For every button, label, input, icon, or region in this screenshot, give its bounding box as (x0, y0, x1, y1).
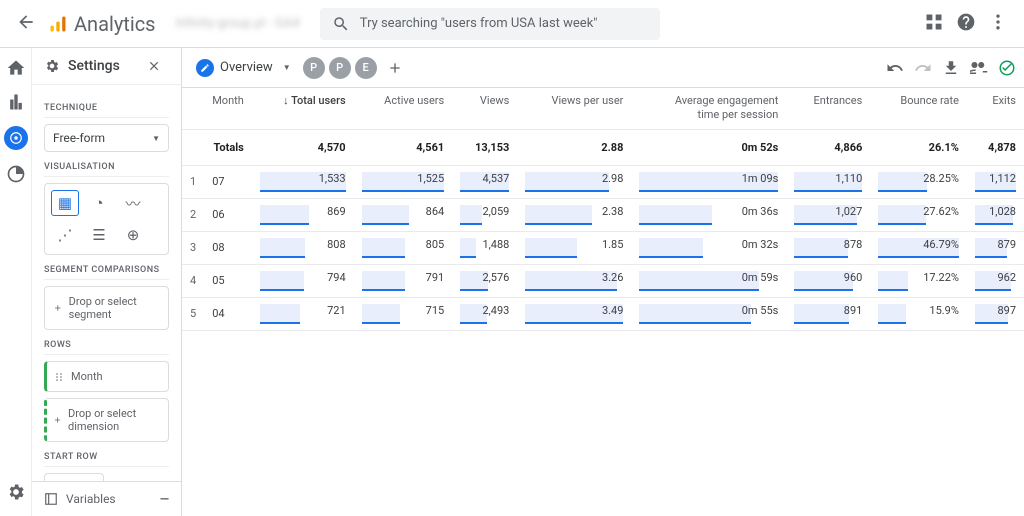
segment-badge[interactable]: P (329, 57, 351, 79)
rows-dimension-chip[interactable]: Month (44, 361, 169, 392)
column-header[interactable]: Entrances (786, 88, 870, 129)
segment-badges: PPE (303, 57, 377, 79)
minimize-icon[interactable]: — (160, 492, 169, 506)
tab-label: Overview (220, 60, 273, 75)
plus-icon (53, 302, 63, 314)
technique-label: TECHNIQUE (44, 103, 169, 118)
app-header: Analytics Infinity-group.pl - GA4 Try se… (0, 0, 1024, 48)
column-header[interactable]: Views (452, 88, 517, 129)
more-icon[interactable] (988, 12, 1008, 36)
vis-scatter-icon[interactable]: ⋰ (51, 222, 79, 248)
table-row[interactable]: 4057947912,5763.260m 59s96017.22%962 (182, 264, 1024, 297)
close-icon[interactable] (147, 59, 161, 73)
nav-admin-icon[interactable] (6, 482, 26, 502)
settings-panel: Settings TECHNIQUE Free-form ▼ VISUALISA… (32, 48, 182, 516)
chevron-down-icon: ▼ (283, 63, 291, 72)
drag-icon (53, 371, 65, 383)
back-icon[interactable] (16, 12, 36, 36)
share-remove-icon[interactable] (970, 59, 988, 77)
tab-bar: Overview ▼ PPE (182, 48, 1024, 88)
table-row[interactable]: 1071,5331,5254,5372.981m 09s1,11028.25%1… (182, 165, 1024, 198)
technique-value: Free-form (53, 131, 105, 145)
column-header[interactable]: ↓ Total users (252, 88, 354, 129)
logo-area: Analytics (48, 12, 156, 36)
column-header[interactable]: Bounce rate (870, 88, 967, 129)
table-header-row: Month↓ Total usersActive usersViewsViews… (182, 88, 1024, 129)
segment-drop[interactable]: Drop or select segment (44, 286, 169, 330)
search-icon (332, 15, 350, 33)
vis-donut-icon[interactable]: ◔ (85, 190, 113, 216)
data-table: Month↓ Total usersActive usersViewsViews… (182, 88, 1024, 331)
variables-bar[interactable]: Variables — (32, 481, 181, 516)
pencil-icon (196, 59, 214, 77)
plus-icon (53, 414, 62, 426)
column-header[interactable]: Views per user (517, 88, 631, 129)
ga-logo-icon (48, 14, 68, 34)
segment-badge[interactable]: E (355, 57, 377, 79)
undo-icon[interactable] (886, 59, 904, 77)
table-row[interactable]: 5047217152,4933.490m 55s89115.9%897 (182, 297, 1024, 330)
rows-dimension-drop[interactable]: Drop or select dimension (44, 398, 169, 442)
search-box[interactable]: Try searching "users from USA last week" (320, 8, 660, 40)
diamond-icon[interactable] (924, 12, 944, 36)
add-tab-button[interactable] (383, 56, 407, 80)
start-row-label: START ROW (44, 452, 169, 467)
table-row[interactable]: 3088088051,4881.850m 32s87846.79%879 (182, 231, 1024, 264)
vis-line-icon[interactable]: 〰 (119, 190, 147, 216)
segment-label: SEGMENT COMPARISONS (44, 265, 169, 280)
vis-bar-icon[interactable]: ☰ (85, 222, 113, 248)
column-header[interactable]: Active users (354, 88, 453, 129)
start-row-input[interactable]: 1 (44, 473, 104, 481)
data-table-wrap: Month↓ Total usersActive usersViewsViews… (182, 88, 1024, 516)
nav-advertising-icon[interactable] (6, 164, 26, 184)
property-selector[interactable]: Infinity-group.pl - GA4 (176, 16, 300, 31)
nav-explore-icon[interactable] (4, 126, 28, 150)
visualisation-grid: ▦ ◔ 〰 ⋰ ☰ ⊕ (44, 183, 169, 255)
table-body: Totals4,5704,56113,1532.880m 52s4,86626.… (182, 129, 1024, 330)
rows-label: ROWS (44, 340, 169, 355)
search-placeholder: Try searching "users from USA last week" (360, 16, 598, 31)
vis-geo-icon[interactable]: ⊕ (119, 222, 147, 248)
column-header[interactable]: Month (204, 88, 252, 129)
help-icon[interactable] (956, 12, 976, 36)
vis-table-icon[interactable]: ▦ (51, 190, 79, 216)
totals-row: Totals4,5704,56113,1532.880m 52s4,86626.… (182, 129, 1024, 165)
technique-select[interactable]: Free-form ▼ (44, 124, 169, 152)
segment-badge[interactable]: P (303, 57, 325, 79)
column-header[interactable]: Average engagementtime per session (631, 88, 786, 129)
visualisation-label: VISUALISATION (44, 162, 169, 177)
download-icon[interactable] (942, 59, 960, 77)
variscript-icon (44, 492, 58, 506)
nav-reports-icon[interactable] (6, 92, 26, 112)
report-area: Overview ▼ PPE Month↓ Total usersActive … (182, 48, 1024, 516)
product-name: Analytics (74, 12, 156, 36)
report-tab[interactable]: Overview ▼ (190, 55, 297, 81)
gear-icon (44, 58, 60, 74)
settings-panel-header: Settings (32, 48, 181, 85)
column-header[interactable]: Exits (967, 88, 1024, 129)
table-row[interactable]: 2068698642,0592.380m 36s1,02727.62%1,028 (182, 198, 1024, 231)
nav-home-icon[interactable] (6, 58, 26, 78)
nav-rail (0, 48, 32, 516)
settings-title: Settings (68, 58, 120, 74)
redo-icon[interactable] (914, 59, 932, 77)
chevron-down-icon: ▼ (152, 134, 160, 143)
sample-status-icon[interactable] (998, 59, 1016, 77)
